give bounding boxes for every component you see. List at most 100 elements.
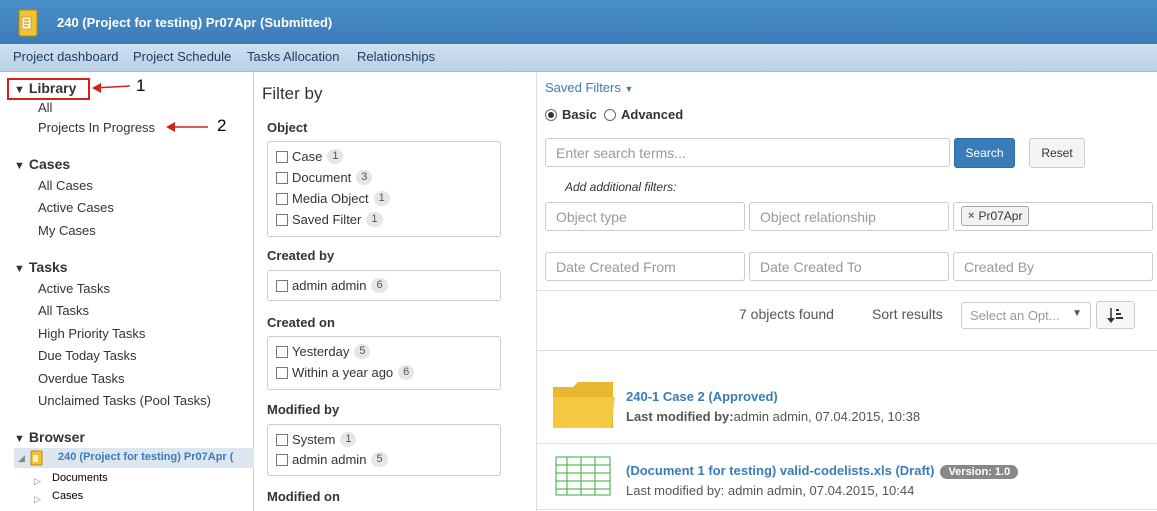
result-title[interactable]: 240-1 Case 2 (Approved)	[626, 389, 778, 404]
radio-dot[interactable]	[545, 108, 557, 121]
filter-option[interactable]: admin admin 5	[276, 452, 388, 467]
nav-bar: Project dashboard Project Schedule Tasks…	[0, 44, 1157, 72]
search-input[interactable]: Enter search terms...	[545, 138, 950, 167]
sort-order-icon	[1107, 308, 1123, 323]
sidebar-item-my-cases[interactable]: My Cases	[38, 223, 96, 238]
search-panel: Saved Filters ▼ Basic Advanced Enter sea…	[537, 73, 1157, 511]
tree-item-documents[interactable]: Documents	[52, 472, 108, 484]
filter-option[interactable]: System 1	[276, 432, 357, 447]
count-badge: 1	[366, 212, 383, 227]
sidebar-item-active-cases[interactable]: Active Cases	[38, 200, 114, 215]
nav-project-schedule[interactable]: Project Schedule	[133, 49, 231, 64]
collapse-triangle-icon: ▼	[14, 433, 25, 445]
section-label: Cases	[28, 156, 71, 172]
filter-group-title: Created on	[267, 315, 335, 330]
date-created-to-input[interactable]: Date Created To	[749, 252, 949, 281]
sidebar-section-library[interactable]: ▼ Library	[14, 80, 76, 96]
collapse-triangle-icon: ▼	[14, 160, 25, 172]
browser-project-item[interactable]: 240 (Project for testing) Pr07Apr (	[58, 451, 233, 463]
checkbox[interactable]	[276, 213, 288, 226]
tree-expand-icon[interactable]: ▷	[34, 476, 41, 487]
checkbox[interactable]	[276, 453, 288, 466]
divider	[537, 290, 1157, 291]
sidebar-item-all-cases[interactable]: All Cases	[38, 178, 93, 193]
sidebar-item-projects-in-progress[interactable]: Projects In Progress	[38, 120, 155, 135]
checkbox[interactable]	[276, 171, 288, 184]
result-meta: Last modified by:admin admin, 07.04.2015…	[626, 409, 920, 424]
sidebar-item-all[interactable]: All	[38, 100, 52, 115]
section-label: Tasks	[28, 259, 68, 275]
annotation-arrow-icon	[92, 83, 131, 93]
sort-select[interactable]: Select an Opt... ▼	[961, 302, 1091, 329]
filter-option-label: Media Object	[292, 191, 369, 206]
date-created-from-input[interactable]: Date Created From	[545, 252, 745, 281]
project-icon	[18, 9, 38, 37]
filter-option-label: Document	[292, 170, 352, 185]
object-relationship-input[interactable]: Object relationship	[749, 202, 949, 231]
section-label: Browser	[28, 429, 85, 445]
result-meta-label: Last modified by:	[626, 409, 734, 424]
sidebar-item-all-tasks[interactable]: All Tasks	[38, 303, 89, 318]
filter-group-created-on: Yesterday 5 Within a year ago 6	[267, 336, 501, 390]
nav-tasks-allocation[interactable]: Tasks Allocation	[247, 49, 340, 64]
tree-expand-icon[interactable]: ▷	[34, 494, 41, 505]
filter-group-title: Object	[267, 120, 308, 135]
mode-advanced-radio[interactable]: Advanced	[604, 107, 683, 122]
sidebar-section-cases[interactable]: ▼ Cases	[14, 156, 70, 172]
checkbox[interactable]	[276, 192, 288, 205]
saved-filters-label: Saved Filters	[545, 80, 621, 95]
caret-down-icon: ▼	[1072, 308, 1082, 319]
result-title[interactable]: (Document 1 for testing) valid-codelists…	[626, 463, 1019, 479]
collapse-triangle-icon: ▼	[14, 84, 25, 96]
results-count: 7 objects found	[739, 306, 834, 322]
sidebar-item-due-today-tasks[interactable]: Due Today Tasks	[38, 348, 137, 363]
created-by-input[interactable]: Created By	[953, 252, 1153, 281]
nav-project-dashboard[interactable]: Project dashboard	[13, 49, 119, 64]
divider	[537, 443, 1157, 444]
checkbox[interactable]	[276, 366, 288, 379]
sort-direction-button[interactable]	[1096, 301, 1135, 329]
reset-button[interactable]: Reset	[1029, 138, 1085, 168]
filter-option-label: Case	[292, 149, 323, 164]
page-title: 240 (Project for testing) Pr07Apr (Submi…	[57, 15, 333, 30]
count-badge: 5	[371, 452, 388, 467]
saved-filters-dropdown[interactable]: Saved Filters ▼	[545, 80, 633, 95]
radio-dot[interactable]	[604, 108, 616, 121]
sidebar-section-browser[interactable]: ▼ Browser	[14, 429, 85, 445]
nav-relationships[interactable]: Relationships	[357, 49, 435, 64]
search-button[interactable]: Search	[954, 138, 1015, 168]
project-icon	[30, 450, 43, 466]
sidebar-item-unclaimed-tasks[interactable]: Unclaimed Tasks (Pool Tasks)	[38, 393, 211, 408]
filter-group-title: Modified on	[267, 489, 340, 504]
result-meta-value: admin admin, 07.04.2015, 10:38	[733, 409, 921, 424]
filter-tag[interactable]: × Pr07Apr	[961, 206, 1030, 226]
filter-option[interactable]: Yesterday 5	[276, 344, 371, 359]
checkbox[interactable]	[276, 433, 288, 446]
filter-option[interactable]: Media Object 1	[276, 191, 390, 206]
checkbox[interactable]	[276, 150, 288, 163]
tree-expand-icon[interactable]: ◢	[18, 453, 25, 464]
tree-item-cases[interactable]: Cases	[52, 490, 83, 502]
sidebar-item-high-priority-tasks[interactable]: High Priority Tasks	[38, 326, 145, 341]
sidebar-item-overdue-tasks[interactable]: Overdue Tasks	[38, 371, 124, 386]
checkbox[interactable]	[276, 345, 288, 358]
filter-option[interactable]: Within a year ago 6	[276, 365, 415, 380]
caret-down-icon: ▼	[624, 84, 634, 94]
filter-option[interactable]: Saved Filter 1	[276, 212, 383, 227]
annotation-arrow-icon	[166, 122, 208, 132]
filter-panel: Filter by Object Case 1 Document 3 Media O…	[254, 73, 537, 511]
filter-option[interactable]: Document 3	[276, 170, 373, 185]
sidebar-section-tasks[interactable]: ▼ Tasks	[14, 259, 68, 275]
divider	[537, 509, 1157, 510]
result-title-text[interactable]: (Document 1 for testing) valid-codelists…	[626, 463, 934, 478]
object-type-input[interactable]: Object type	[545, 202, 745, 231]
remove-tag-icon[interactable]: ×	[968, 210, 974, 222]
mode-basic-radio[interactable]: Basic	[545, 107, 597, 122]
filter-option[interactable]: admin admin 6	[276, 278, 388, 293]
count-badge: 5	[354, 344, 371, 359]
checkbox[interactable]	[276, 279, 288, 292]
filter-option-label: Within a year ago	[292, 365, 394, 380]
filter-option[interactable]: Case 1	[276, 149, 344, 164]
sidebar-item-active-tasks[interactable]: Active Tasks	[38, 281, 110, 296]
section-label: Library	[28, 80, 77, 96]
